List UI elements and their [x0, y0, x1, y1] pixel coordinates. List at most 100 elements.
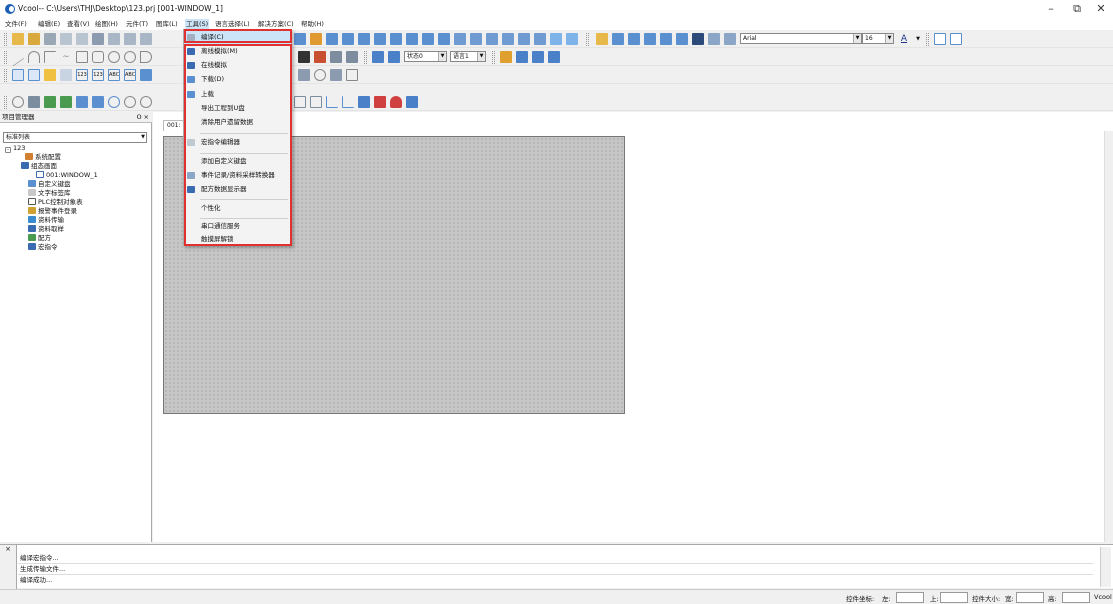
undo-icon[interactable]	[60, 33, 72, 45]
alarm-list-icon[interactable]	[358, 96, 370, 108]
gauge-icon[interactable]	[124, 96, 136, 108]
close-icon[interactable]: ×	[0, 545, 16, 553]
play-icon[interactable]	[534, 33, 546, 45]
ellipse-tool-icon[interactable]	[124, 51, 136, 63]
menu-file[interactable]: 文件(F)	[5, 19, 27, 30]
save-icon[interactable]	[44, 33, 56, 45]
tools-icon[interactable]	[500, 51, 512, 63]
fill-bucket-icon[interactable]	[708, 33, 720, 45]
menu-component[interactable]: 元件(T)	[126, 19, 148, 30]
window-icon[interactable]	[934, 33, 946, 45]
arc-tool-icon[interactable]	[44, 51, 56, 63]
align-center-icon[interactable]	[342, 33, 354, 45]
copy-icon[interactable]	[108, 33, 120, 45]
font-color-button[interactable]: A	[898, 33, 910, 45]
restore-button[interactable]: ⧉	[1066, 2, 1088, 16]
search-icon[interactable]	[330, 51, 342, 63]
next-state-icon[interactable]	[388, 51, 400, 63]
fill-color-icon[interactable]	[692, 33, 704, 45]
unlock-icon[interactable]	[566, 33, 578, 45]
text-input-icon[interactable]: ABC	[108, 69, 120, 81]
tree-item-data-transfer[interactable]: 资料传输	[3, 216, 149, 224]
history-trend-icon[interactable]	[310, 96, 322, 108]
meter-icon[interactable]	[12, 96, 24, 108]
number-display-icon[interactable]: 123	[92, 69, 104, 81]
front-icon[interactable]	[454, 33, 466, 45]
minus-box-icon[interactable]: -	[5, 147, 11, 153]
bold-icon[interactable]	[596, 33, 608, 45]
tree-item-text-library[interactable]: 文字标签库	[3, 189, 149, 197]
same-size-icon[interactable]	[438, 33, 450, 45]
tree-item-macro[interactable]: 宏指令	[3, 243, 149, 251]
tree-item-root[interactable]: -123	[3, 144, 149, 153]
fan-icon[interactable]	[108, 96, 120, 108]
same-width-icon[interactable]	[406, 33, 418, 45]
document-tab[interactable]: 001:	[163, 120, 185, 131]
align-top-icon[interactable]	[294, 33, 306, 45]
toolbar-grip[interactable]	[492, 51, 495, 64]
round-rect-tool-icon[interactable]	[92, 51, 104, 63]
tree-item-alarm-log[interactable]: 报警事件登录	[3, 207, 149, 215]
align-right-icon[interactable]	[358, 33, 370, 45]
tree-item-window-1[interactable]: 001:WINDOW_1	[3, 171, 149, 179]
monitor-icon[interactable]	[516, 51, 528, 63]
open-folder-icon[interactable]	[28, 33, 40, 45]
tree-item-screens[interactable]: 组态画面	[3, 162, 149, 170]
recipe-icon[interactable]	[406, 96, 418, 108]
text-icon[interactable]	[724, 33, 736, 45]
text-style2-icon[interactable]	[628, 33, 640, 45]
output-scrollbar[interactable]	[1100, 547, 1111, 587]
menu-help[interactable]: 帮助(H)	[301, 19, 324, 30]
new-file-icon[interactable]	[12, 33, 24, 45]
back-icon[interactable]	[470, 33, 482, 45]
tree-item-system-config[interactable]: 系统配置	[3, 153, 149, 161]
align-bottom-icon[interactable]	[310, 33, 322, 45]
bit-object-icon[interactable]	[60, 69, 72, 81]
font-color-dropdown-icon[interactable]: ▼	[912, 33, 924, 45]
pie-icon[interactable]	[140, 96, 152, 108]
monitor2-icon[interactable]	[532, 51, 544, 63]
bell-icon[interactable]	[390, 96, 402, 108]
font-size-combo[interactable]: 16 ▼	[862, 33, 894, 44]
state-combo[interactable]: 状态0 ▼	[404, 51, 447, 62]
toolbar-grip[interactable]	[4, 51, 7, 64]
toolbar-grip[interactable]	[4, 33, 7, 46]
bar-object-icon[interactable]	[140, 69, 152, 81]
frame-icon[interactable]	[346, 69, 358, 81]
pipe-icon[interactable]	[92, 96, 104, 108]
redo-icon[interactable]	[76, 33, 88, 45]
menu-edit[interactable]: 编辑(E)	[38, 19, 60, 30]
slider-icon[interactable]	[76, 96, 88, 108]
line-tool-icon[interactable]	[12, 46, 24, 68]
tree-item-data-sampling[interactable]: 资料取样	[3, 225, 149, 233]
printer-icon[interactable]	[298, 69, 310, 81]
language-combo[interactable]: 语言1 ▼	[450, 51, 486, 62]
zoom-out-icon[interactable]	[660, 33, 672, 45]
table-icon[interactable]	[28, 96, 40, 108]
alarm-banner-icon[interactable]	[374, 96, 386, 108]
font-name-combo[interactable]: Arial ▼	[740, 33, 862, 44]
zoom-in-icon[interactable]	[644, 33, 656, 45]
distribute-v-icon[interactable]	[390, 33, 402, 45]
circle-tool-icon[interactable]	[108, 51, 120, 63]
text-display-icon[interactable]: ABC	[124, 69, 136, 81]
curve-tool-icon[interactable]: ∼	[60, 51, 72, 63]
replace-icon[interactable]	[314, 51, 326, 63]
distribute-h-icon[interactable]	[374, 33, 386, 45]
pin-icon[interactable]: Ⲟ	[137, 113, 142, 121]
lamp-object-icon[interactable]	[44, 69, 56, 81]
same-height-icon[interactable]	[422, 33, 434, 45]
sector-tool-icon[interactable]	[140, 51, 152, 63]
polyline-tool-icon[interactable]	[28, 51, 40, 63]
screen-icon[interactable]	[330, 69, 342, 81]
number-input-icon[interactable]: 123	[76, 69, 88, 81]
clock-icon[interactable]	[314, 69, 326, 81]
trend-icon[interactable]	[294, 96, 306, 108]
list-view-combo[interactable]: 标准列表 ▼	[3, 132, 147, 143]
menu-view[interactable]: 查看(V)	[67, 19, 90, 30]
animation-icon[interactable]	[60, 96, 72, 108]
binoculars-icon[interactable]	[298, 51, 310, 63]
close-button[interactable]: ✕	[1090, 2, 1112, 16]
xy-history-icon[interactable]	[342, 96, 354, 108]
move-icon[interactable]	[676, 33, 688, 45]
